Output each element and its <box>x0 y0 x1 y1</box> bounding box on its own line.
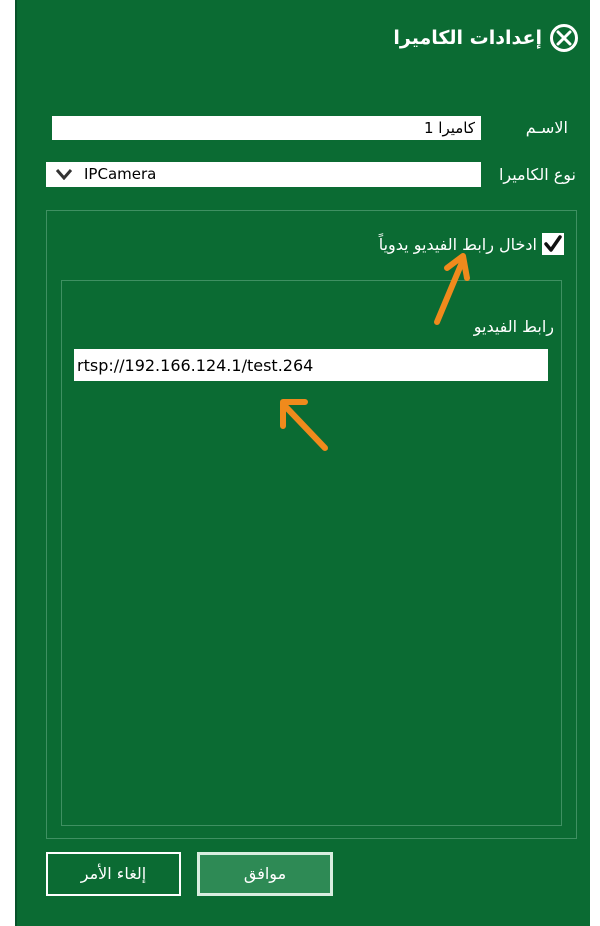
checkmark-icon <box>544 235 562 252</box>
video-url-label: رابط الفيديو <box>473 317 554 336</box>
camera-name-input[interactable] <box>52 116 481 140</box>
ok-button[interactable]: موافق <box>197 852 333 896</box>
camera-type-select[interactable]: IPCamera <box>46 162 481 187</box>
camera-settings-dialog: إعدادات الكاميرا الاسـم نوع الكاميرا IPC… <box>15 0 590 926</box>
annotation-arrow-icon <box>434 253 470 325</box>
camera-type-value: IPCamera <box>84 165 157 183</box>
annotation-arrow-icon <box>280 399 328 451</box>
video-url-input[interactable] <box>74 349 548 381</box>
dialog-title: إعدادات الكاميرا <box>393 27 542 49</box>
cancel-button[interactable]: إلغاء الأمر <box>46 852 181 896</box>
name-label: الاسـم <box>525 118 568 137</box>
manual-url-checkbox[interactable] <box>542 233 564 255</box>
close-button[interactable] <box>550 24 578 52</box>
camera-type-label: نوع الكاميرا <box>498 165 576 184</box>
chevron-down-icon <box>56 169 72 180</box>
close-icon <box>556 30 572 46</box>
